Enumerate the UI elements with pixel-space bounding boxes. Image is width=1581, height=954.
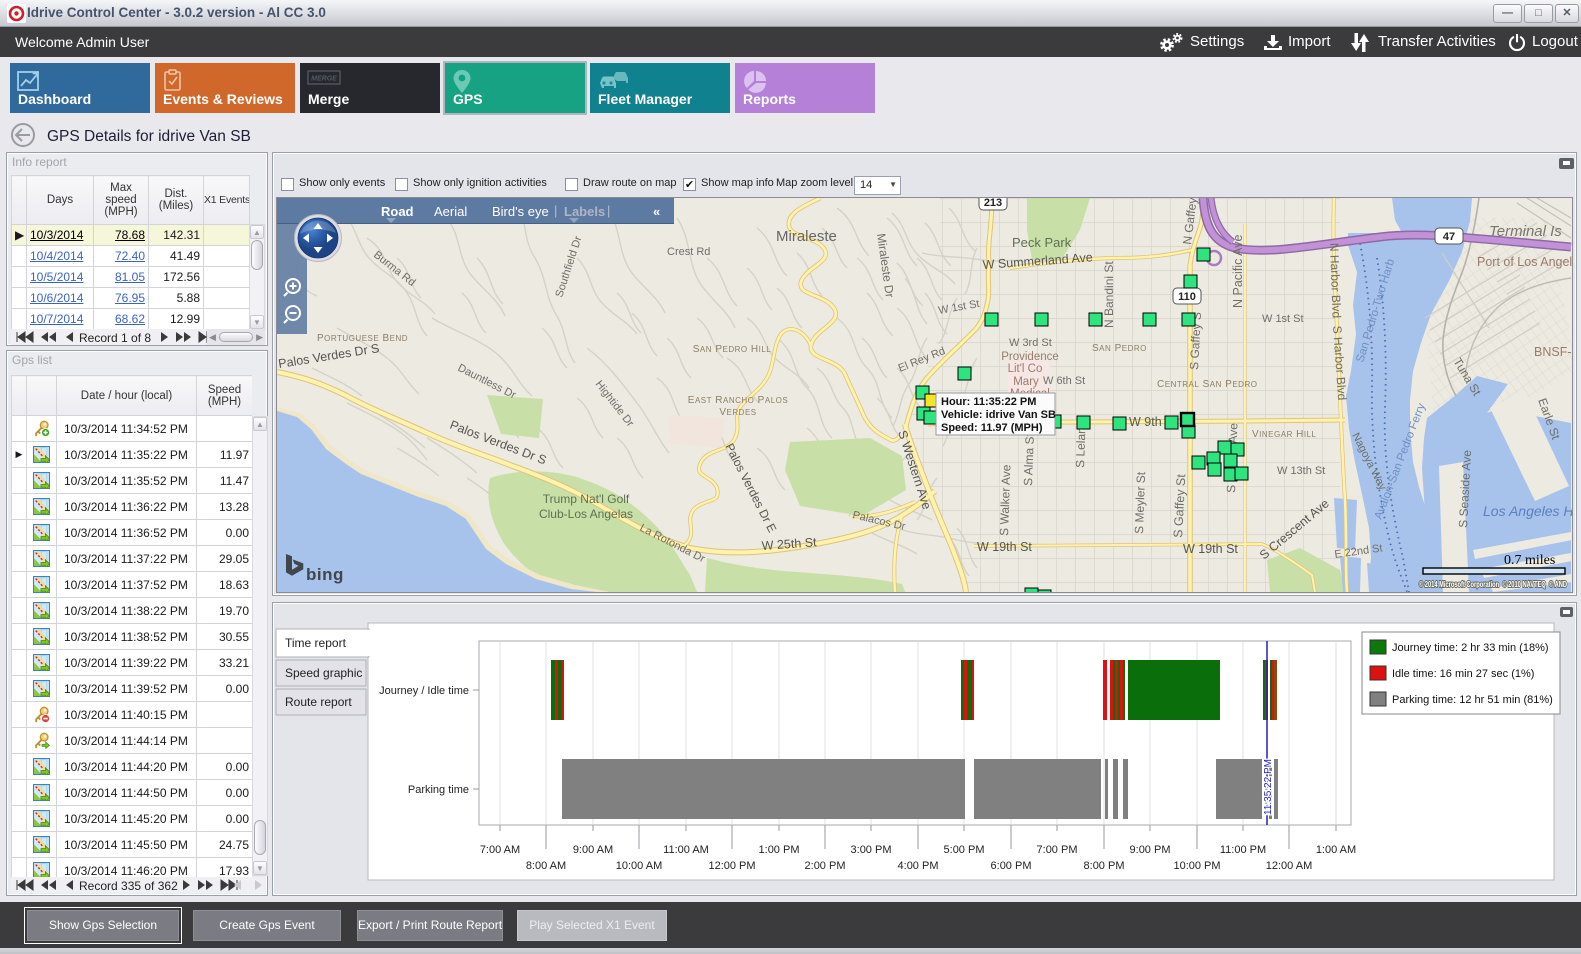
svg-text:|: | xyxy=(554,203,557,218)
svg-text:3:00 PM: 3:00 PM xyxy=(851,844,892,856)
svg-text:11:35:22 PM: 11:35:22 PM xyxy=(1263,759,1274,815)
svg-text:S Meyler St: S Meyler St xyxy=(1132,471,1148,534)
svg-text:Time report: Time report xyxy=(285,636,347,650)
svg-text:W 3rd St: W 3rd St xyxy=(1009,337,1052,349)
svg-text:Road: Road xyxy=(381,204,414,219)
svg-text:© 2014 Microsoft Corporation: © 2014 Microsoft Corporation © 2010 NAVT… xyxy=(1419,579,1567,589)
svg-text:«: « xyxy=(653,204,660,219)
svg-text:Parking time: Parking time xyxy=(408,784,469,796)
svg-text:9:00 AM: 9:00 AM xyxy=(573,844,613,856)
svg-text:9:00 PM: 9:00 PM xyxy=(1130,844,1171,856)
svg-text:8:00 PM: 8:00 PM xyxy=(1084,860,1125,872)
svg-text:4:00 PM: 4:00 PM xyxy=(898,860,939,872)
svg-text:Journey time: 2 hr 33 min (18%: Journey time: 2 hr 33 min (18%) xyxy=(1392,642,1549,654)
svg-text:SAN PEDRO HILL: SAN PEDRO HILL xyxy=(693,344,772,355)
svg-text:S Walker Ave: S Walker Ave xyxy=(997,464,1013,536)
svg-text:8:00 AM: 8:00 AM xyxy=(526,860,566,872)
svg-text:Labels: Labels xyxy=(564,204,605,219)
svg-text:S Alma St: S Alma St xyxy=(1021,432,1037,486)
svg-text:0.7 miles: 0.7 miles xyxy=(1504,553,1555,568)
svg-text:1:00 AM: 1:00 AM xyxy=(1316,844,1356,856)
svg-text:W 19th St: W 19th St xyxy=(1183,542,1238,556)
svg-text:CENTRAL SAN PEDRO: CENTRAL SAN PEDRO xyxy=(1157,379,1257,390)
svg-text:W 6th St: W 6th St xyxy=(1043,375,1085,387)
svg-text:Idle time: 16 min 27 sec (1%): Idle time: 16 min 27 sec (1%) xyxy=(1392,668,1534,680)
svg-text:5:00 PM: 5:00 PM xyxy=(944,844,985,856)
svg-text:Los Angeles Harb: Los Angeles Harb xyxy=(1483,503,1572,519)
svg-text:11:00 PM: 11:00 PM xyxy=(1220,844,1266,856)
svg-text:10:00 AM: 10:00 AM xyxy=(616,860,662,872)
svg-text:110: 110 xyxy=(1178,291,1196,303)
svg-text:W 19th St: W 19th St xyxy=(977,540,1032,554)
svg-text:213: 213 xyxy=(984,198,1002,209)
svg-text:2:00 PM: 2:00 PM xyxy=(805,860,846,872)
svg-text:1:00 PM: 1:00 PM xyxy=(759,844,800,856)
svg-text:PORTUGUESE BEND: PORTUGUESE BEND xyxy=(317,333,408,344)
svg-text:7:00 AM: 7:00 AM xyxy=(480,844,520,856)
svg-text:Aerial: Aerial xyxy=(434,204,467,219)
svg-text:Speed graphic: Speed graphic xyxy=(285,666,362,680)
svg-text:12:00 AM: 12:00 AM xyxy=(1266,860,1312,872)
svg-text:Trump Nat'l Golf: Trump Nat'l Golf xyxy=(543,492,630,506)
svg-text:SAN PEDRO: SAN PEDRO xyxy=(1092,343,1147,354)
svg-text:bing: bing xyxy=(306,565,344,584)
svg-text:Mary: Mary xyxy=(1013,376,1039,388)
svg-text:BNSF-Port: BNSF-Port xyxy=(1534,345,1572,359)
svg-text:Miraleste: Miraleste xyxy=(776,228,837,245)
svg-text:VERDES: VERDES xyxy=(719,407,756,418)
svg-text:VINEGAR HILL: VINEGAR HILL xyxy=(1252,429,1317,440)
svg-text:Terminal Is: Terminal Is xyxy=(1489,223,1562,240)
svg-text:N Harbor Blvd: N Harbor Blvd xyxy=(1327,243,1344,319)
svg-text:EAST RANCHO PALOS: EAST RANCHO PALOS xyxy=(688,395,788,406)
svg-text:Crest Rd: Crest Rd xyxy=(667,246,710,258)
svg-text:Bird's eye: Bird's eye xyxy=(492,204,549,219)
svg-text:47: 47 xyxy=(1443,231,1455,243)
svg-text:Club-Los Angelas: Club-Los Angelas xyxy=(539,507,633,521)
svg-text:11:00 AM: 11:00 AM xyxy=(663,844,709,856)
svg-text:12:00 PM: 12:00 PM xyxy=(708,860,755,872)
svg-text:W 1st St: W 1st St xyxy=(1262,313,1304,325)
svg-text:Peck Park: Peck Park xyxy=(1012,235,1072,250)
svg-text:10:00 PM: 10:00 PM xyxy=(1173,860,1220,872)
svg-text:MERGE: MERGE xyxy=(311,76,337,83)
svg-text:Lit'l Co: Lit'l Co xyxy=(1008,363,1043,375)
svg-text:Journey / Idle time: Journey / Idle time xyxy=(379,685,469,697)
svg-text:Route report: Route report xyxy=(285,695,352,709)
svg-text:N Pacific Ave: N Pacific Ave xyxy=(1231,235,1245,308)
svg-text:Providence: Providence xyxy=(1001,351,1059,363)
svg-text:6:00 PM: 6:00 PM xyxy=(991,860,1032,872)
svg-text:N Bandini St: N Bandini St xyxy=(1102,261,1116,328)
svg-text:Parking time: 12 hr 51 min (81: Parking time: 12 hr 51 min (81%) xyxy=(1392,694,1553,706)
svg-text:7:00 PM: 7:00 PM xyxy=(1037,844,1078,856)
svg-text:Vehicle: idrive Van SB: Vehicle: idrive Van SB xyxy=(941,409,1056,421)
svg-text:Hour: 11:35:22 PM: Hour: 11:35:22 PM xyxy=(941,396,1036,408)
svg-text:Port of Los Angel: Port of Los Angel xyxy=(1477,255,1572,269)
svg-text:Speed: 11.97 (MPH): Speed: 11.97 (MPH) xyxy=(941,422,1043,434)
svg-text:W 13th St: W 13th St xyxy=(1277,465,1325,477)
svg-text:|: | xyxy=(607,203,610,218)
